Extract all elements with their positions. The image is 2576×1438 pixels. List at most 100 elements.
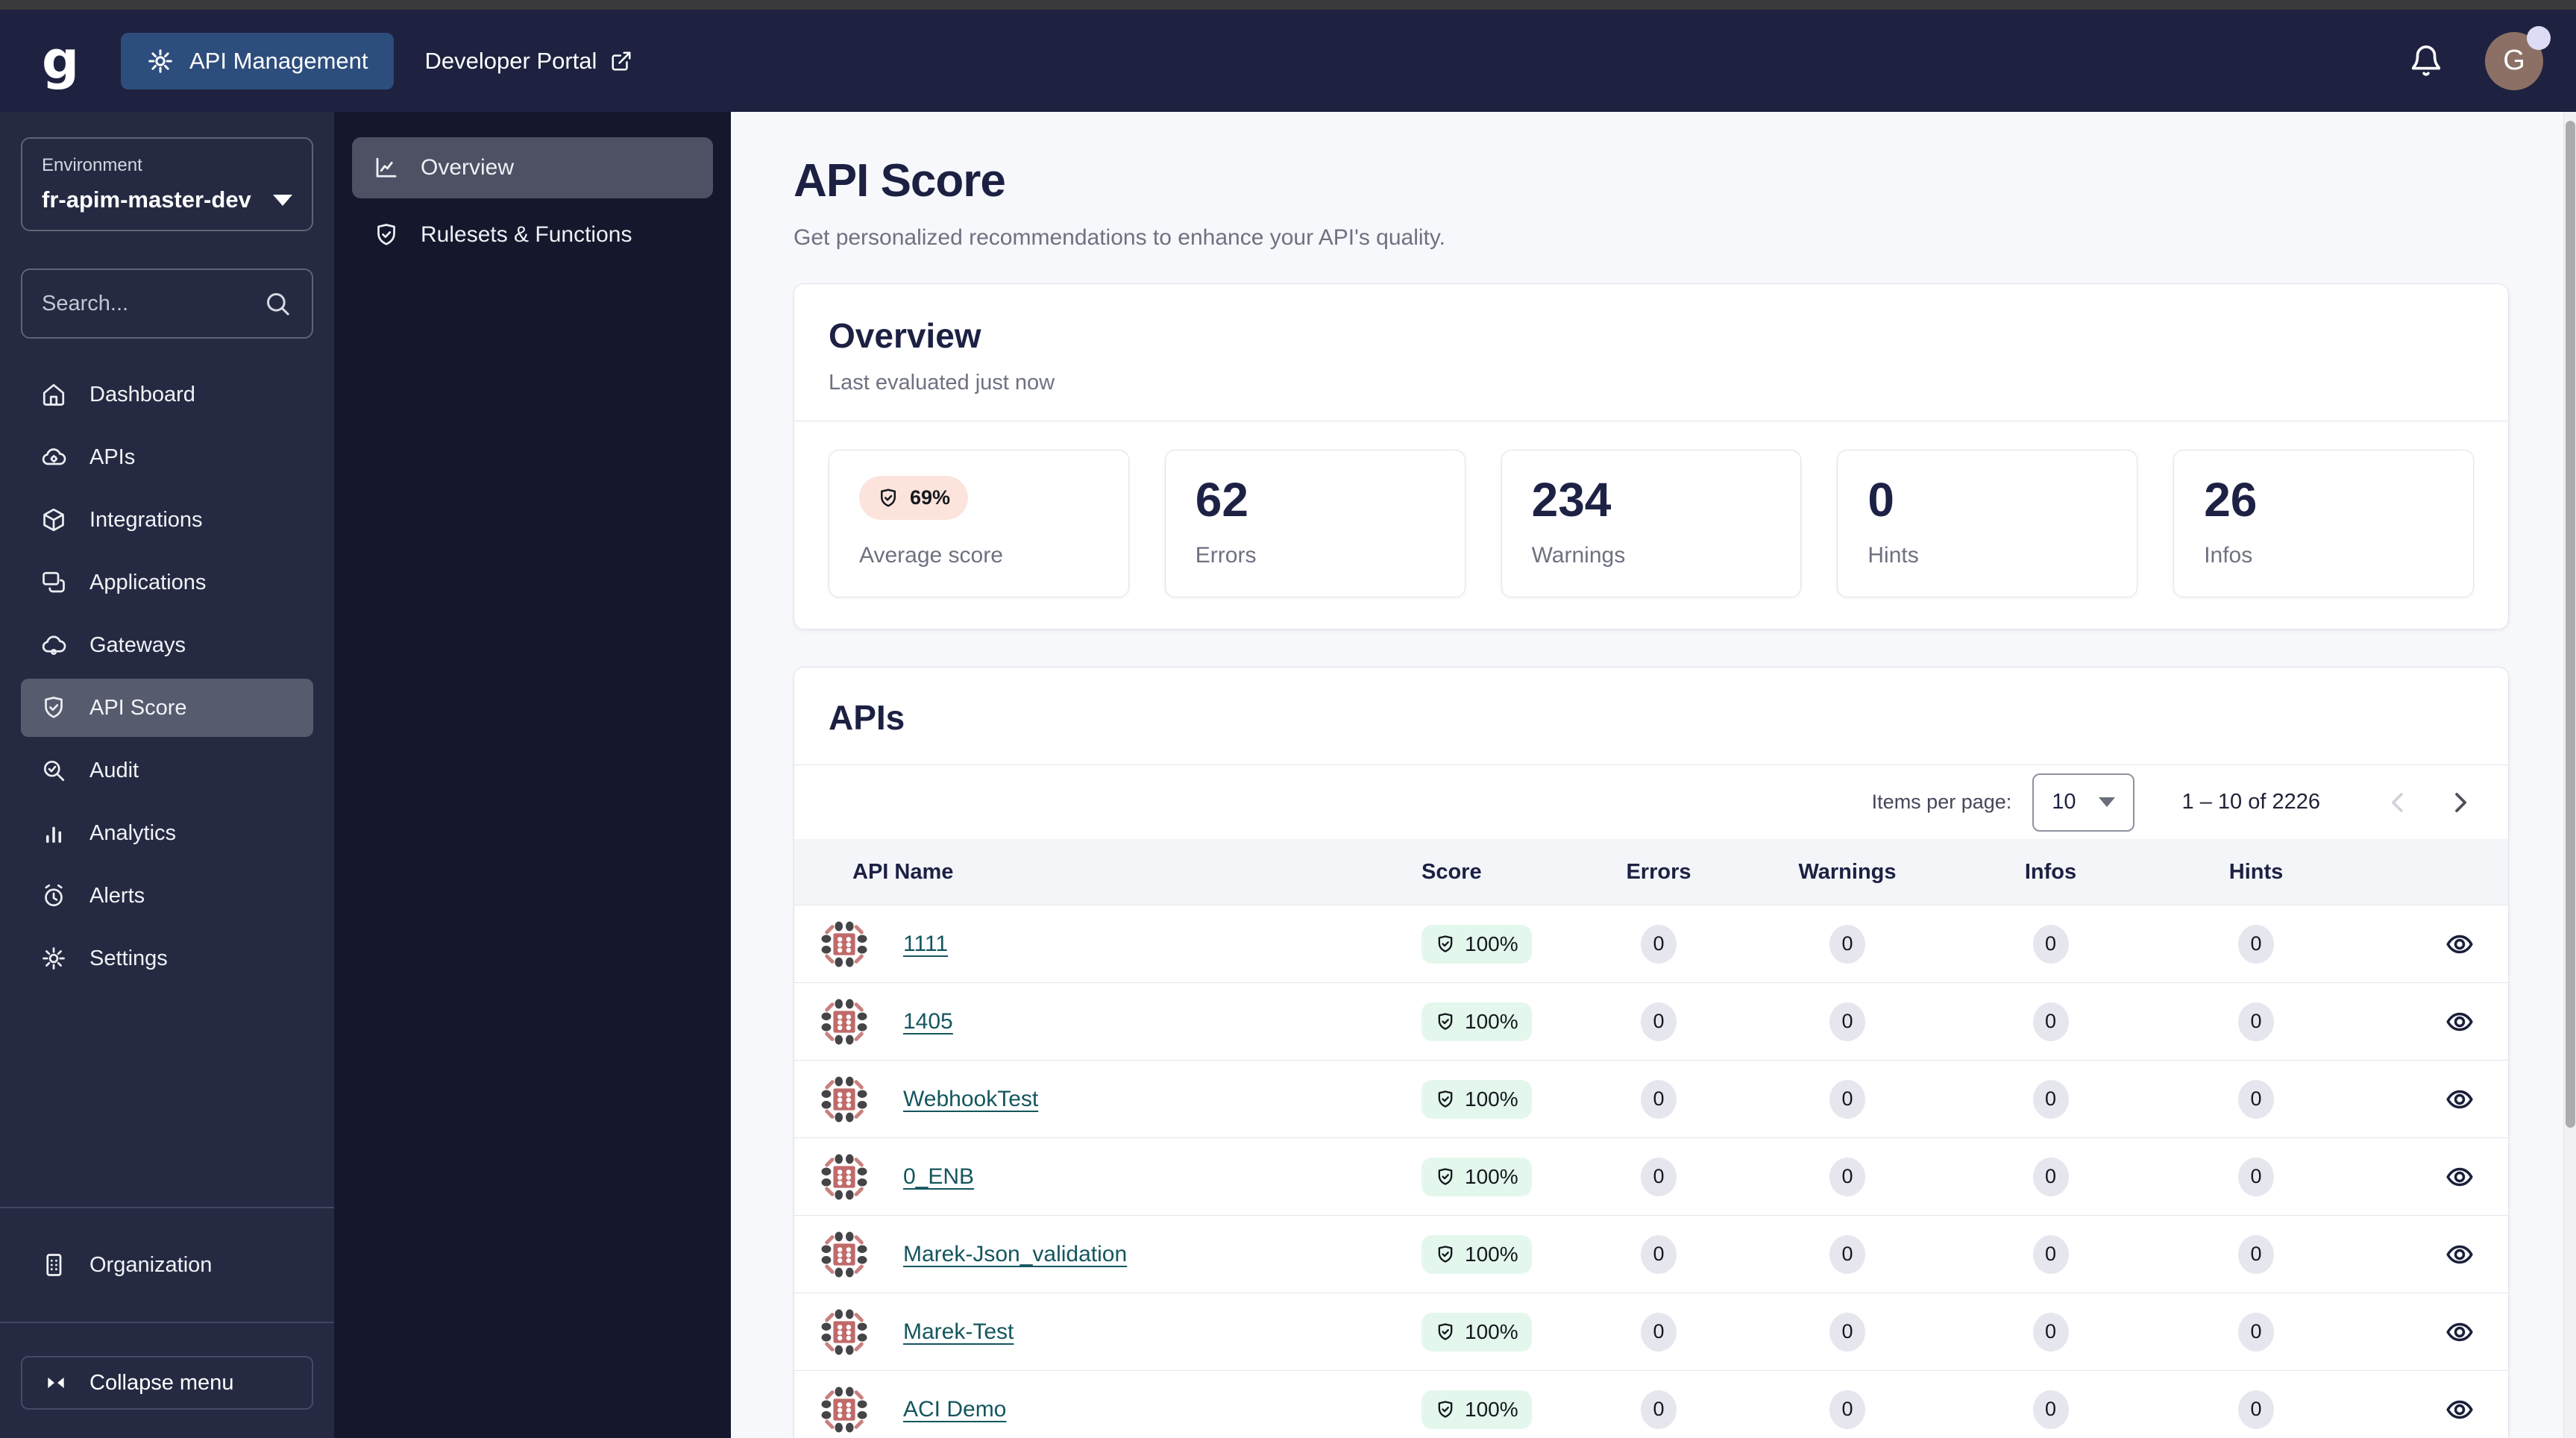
- average-score-badge: 69%: [859, 476, 969, 520]
- organization-icon: [40, 1252, 67, 1278]
- sidebar-item-label: Settings: [89, 946, 168, 970]
- topbar: g API Management Developer Portal G: [0, 10, 2576, 112]
- api-name-link[interactable]: Marek-Test: [903, 1319, 1014, 1345]
- stat-label: Infos: [2204, 543, 2253, 568]
- page-scrollbar[interactable]: [2563, 112, 2576, 1438]
- stat-card-infos: 26 Infos: [2173, 450, 2474, 597]
- errors-count-badge: 0: [1641, 1390, 1677, 1429]
- sidebar-item-gateways[interactable]: Gateways: [21, 616, 313, 674]
- sidebar-nav: Dashboard APIs Integrations Applications…: [21, 365, 313, 988]
- table-row: 1405 100% 0 0 0 0: [794, 982, 2508, 1060]
- view-api-eye-icon[interactable]: [2441, 1395, 2478, 1425]
- developer-portal-label: Developer Portal: [424, 47, 597, 74]
- primary-sidebar: Environment fr-apim-master-dev Search...: [0, 112, 334, 1438]
- view-api-eye-icon[interactable]: [2441, 1162, 2478, 1192]
- stat-value: 62: [1195, 473, 1248, 527]
- warnings-count-badge: 0: [1829, 1157, 1865, 1196]
- submenu-item-overview[interactable]: Overview: [352, 137, 713, 198]
- collapse-arrows-icon: [43, 1370, 69, 1395]
- column-header-warnings: Warnings: [1798, 859, 1897, 884]
- view-api-eye-icon[interactable]: [2441, 1007, 2478, 1037]
- shield-check-icon: [877, 487, 899, 509]
- api-identicon-avatar: [818, 1228, 870, 1281]
- api-name-link[interactable]: 1111: [903, 932, 948, 957]
- api-score-submenu: Overview Rulesets & Functions: [334, 112, 731, 1438]
- sidebar-item-label: Dashboard: [89, 382, 195, 406]
- sidebar-item-api-score[interactable]: API Score: [21, 679, 313, 737]
- infos-count-badge: 0: [2032, 1079, 2069, 1119]
- notifications-bell-icon[interactable]: [2409, 44, 2443, 78]
- table-row: WebhookTest 100% 0 0 0 0: [794, 1060, 2508, 1137]
- environment-value: fr-apim-master-dev: [42, 186, 251, 213]
- score-badge: 100%: [1421, 1079, 1532, 1119]
- shield-check-icon: [373, 222, 400, 248]
- sidebar-item-label: API Score: [89, 695, 187, 720]
- infos-count-badge: 0: [2032, 924, 2069, 964]
- stat-label: Errors: [1195, 543, 1257, 568]
- infos-count-badge: 0: [2032, 1390, 2069, 1429]
- view-api-eye-icon[interactable]: [2441, 929, 2478, 959]
- window-top-edge: [0, 0, 2576, 10]
- table-row: 1111 100% 0 0 0 0: [794, 905, 2508, 982]
- api-identicon-avatar: [818, 1306, 870, 1358]
- api-name-link[interactable]: 1405: [903, 1009, 953, 1034]
- api-identicon-avatar: [818, 1384, 870, 1436]
- previous-page-button[interactable]: [2384, 788, 2413, 817]
- sidebar-item-alerts[interactable]: Alerts: [21, 867, 313, 925]
- sidebar-item-settings[interactable]: Settings: [21, 929, 313, 988]
- cloud-node-icon: [40, 632, 67, 659]
- sidebar-item-label: Analytics: [89, 820, 177, 845]
- gear-icon: [40, 945, 67, 972]
- api-name-link[interactable]: Marek-Json_validation: [903, 1242, 1127, 1267]
- shield-check-icon: [1435, 1089, 1456, 1110]
- environment-selector[interactable]: Environment fr-apim-master-dev: [21, 137, 313, 231]
- stat-value: 0: [1867, 473, 1894, 527]
- next-page-button[interactable]: [2445, 788, 2474, 817]
- sidebar-item-analytics[interactable]: Analytics: [21, 804, 313, 862]
- view-api-eye-icon[interactable]: [2441, 1317, 2478, 1347]
- external-link-icon: [610, 50, 632, 72]
- sidebar-search-input[interactable]: Search...: [21, 269, 313, 339]
- api-name-link[interactable]: ACI Demo: [903, 1397, 1006, 1422]
- overview-card: Overview Last evaluated just now 69% Ave…: [794, 283, 2509, 629]
- collapse-menu-button[interactable]: Collapse menu: [21, 1356, 313, 1410]
- developer-portal-link[interactable]: Developer Portal: [425, 48, 633, 75]
- warnings-count-badge: 0: [1829, 1312, 1865, 1351]
- shield-check-icon: [1435, 1399, 1456, 1420]
- api-management-nav-button[interactable]: API Management: [121, 32, 394, 90]
- scrollbar-thumb[interactable]: [2566, 121, 2575, 1128]
- sidebar-item-organization[interactable]: Organization: [21, 1208, 313, 1322]
- view-api-eye-icon[interactable]: [2441, 1084, 2478, 1114]
- stat-card-average-score: 69% Average score: [829, 450, 1129, 597]
- column-header-hints: Hints: [2228, 859, 2284, 884]
- bar-chart-icon: [40, 820, 67, 847]
- page-subtitle: Get personalized recommendations to enha…: [794, 225, 1445, 250]
- user-avatar[interactable]: G: [2485, 25, 2551, 90]
- stat-value: 26: [2204, 473, 2258, 527]
- api-name-link[interactable]: 0_ENB: [903, 1164, 974, 1190]
- environment-label: Environment: [42, 155, 142, 175]
- infos-count-badge: 0: [2032, 1312, 2069, 1351]
- table-header: API Name Score Errors Warnings Infos Hin…: [794, 839, 2508, 905]
- line-chart-icon: [373, 154, 400, 181]
- shield-check-icon: [1435, 1322, 1456, 1343]
- errors-count-badge: 0: [1641, 1079, 1677, 1119]
- score-badge: 100%: [1421, 1312, 1532, 1351]
- pagination-range-label: 1 – 10 of 2226: [2181, 790, 2320, 814]
- submenu-item-rulesets-functions[interactable]: Rulesets & Functions: [352, 204, 713, 266]
- stat-label: Hints: [1867, 543, 1919, 568]
- api-name-link[interactable]: WebhookTest: [903, 1087, 1038, 1112]
- cube-icon: [40, 506, 67, 533]
- sidebar-item-dashboard[interactable]: Dashboard: [21, 365, 313, 424]
- items-per-page-select[interactable]: 10: [2032, 773, 2134, 832]
- infos-count-badge: 0: [2032, 1234, 2069, 1274]
- column-header-score: Score: [1421, 859, 1482, 884]
- sidebar-item-apis[interactable]: APIs: [21, 428, 313, 486]
- sidebar-item-applications[interactable]: Applications: [21, 553, 313, 612]
- hints-count-badge: 0: [2238, 1002, 2274, 1041]
- errors-count-badge: 0: [1641, 924, 1677, 964]
- sidebar-item-audit[interactable]: Audit: [21, 741, 313, 800]
- sidebar-item-integrations[interactable]: Integrations: [21, 491, 313, 549]
- view-api-eye-icon[interactable]: [2441, 1240, 2478, 1269]
- api-management-label: API Management: [189, 47, 368, 74]
